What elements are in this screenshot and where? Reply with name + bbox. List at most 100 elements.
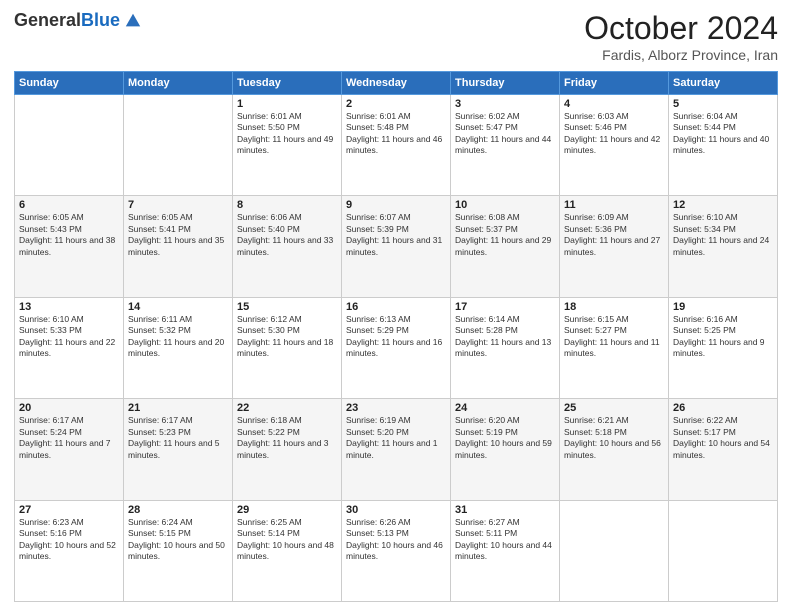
- calendar-week-row: 27Sunrise: 6:23 AM Sunset: 5:16 PM Dayli…: [15, 500, 778, 601]
- calendar-week-row: 13Sunrise: 6:10 AM Sunset: 5:33 PM Dayli…: [15, 297, 778, 398]
- day-info: Sunrise: 6:23 AM Sunset: 5:16 PM Dayligh…: [19, 517, 119, 563]
- day-number: 3: [455, 98, 555, 110]
- day-number: 6: [19, 199, 119, 211]
- table-row: 17Sunrise: 6:14 AM Sunset: 5:28 PM Dayli…: [451, 297, 560, 398]
- day-number: 5: [673, 98, 773, 110]
- table-row: 8Sunrise: 6:06 AM Sunset: 5:40 PM Daylig…: [233, 196, 342, 297]
- table-row: [560, 500, 669, 601]
- table-row: 24Sunrise: 6:20 AM Sunset: 5:19 PM Dayli…: [451, 399, 560, 500]
- day-number: 17: [455, 301, 555, 313]
- day-info: Sunrise: 6:03 AM Sunset: 5:46 PM Dayligh…: [564, 111, 664, 157]
- day-info: Sunrise: 6:07 AM Sunset: 5:39 PM Dayligh…: [346, 212, 446, 258]
- day-info: Sunrise: 6:13 AM Sunset: 5:29 PM Dayligh…: [346, 314, 446, 360]
- day-number: 13: [19, 301, 119, 313]
- day-info: Sunrise: 6:09 AM Sunset: 5:36 PM Dayligh…: [564, 212, 664, 258]
- day-info: Sunrise: 6:19 AM Sunset: 5:20 PM Dayligh…: [346, 415, 446, 461]
- day-info: Sunrise: 6:15 AM Sunset: 5:27 PM Dayligh…: [564, 314, 664, 360]
- calendar-table: Sunday Monday Tuesday Wednesday Thursday…: [14, 71, 778, 602]
- table-row: 23Sunrise: 6:19 AM Sunset: 5:20 PM Dayli…: [342, 399, 451, 500]
- day-number: 31: [455, 504, 555, 516]
- page-container: GeneralBlue October 2024 Fardis, Alborz …: [0, 0, 792, 612]
- day-number: 27: [19, 504, 119, 516]
- table-row: 25Sunrise: 6:21 AM Sunset: 5:18 PM Dayli…: [560, 399, 669, 500]
- table-row: 18Sunrise: 6:15 AM Sunset: 5:27 PM Dayli…: [560, 297, 669, 398]
- col-sunday: Sunday: [15, 72, 124, 95]
- col-saturday: Saturday: [669, 72, 778, 95]
- table-row: 12Sunrise: 6:10 AM Sunset: 5:34 PM Dayli…: [669, 196, 778, 297]
- day-number: 24: [455, 402, 555, 414]
- table-row: 30Sunrise: 6:26 AM Sunset: 5:13 PM Dayli…: [342, 500, 451, 601]
- day-info: Sunrise: 6:04 AM Sunset: 5:44 PM Dayligh…: [673, 111, 773, 157]
- table-row: 2Sunrise: 6:01 AM Sunset: 5:48 PM Daylig…: [342, 95, 451, 196]
- table-row: 7Sunrise: 6:05 AM Sunset: 5:41 PM Daylig…: [124, 196, 233, 297]
- day-info: Sunrise: 6:06 AM Sunset: 5:40 PM Dayligh…: [237, 212, 337, 258]
- table-row: 15Sunrise: 6:12 AM Sunset: 5:30 PM Dayli…: [233, 297, 342, 398]
- day-info: Sunrise: 6:17 AM Sunset: 5:24 PM Dayligh…: [19, 415, 119, 461]
- day-info: Sunrise: 6:14 AM Sunset: 5:28 PM Dayligh…: [455, 314, 555, 360]
- day-number: 21: [128, 402, 228, 414]
- col-friday: Friday: [560, 72, 669, 95]
- day-info: Sunrise: 6:11 AM Sunset: 5:32 PM Dayligh…: [128, 314, 228, 360]
- calendar-week-row: 6Sunrise: 6:05 AM Sunset: 5:43 PM Daylig…: [15, 196, 778, 297]
- table-row: 26Sunrise: 6:22 AM Sunset: 5:17 PM Dayli…: [669, 399, 778, 500]
- day-info: Sunrise: 6:27 AM Sunset: 5:11 PM Dayligh…: [455, 517, 555, 563]
- day-info: Sunrise: 6:16 AM Sunset: 5:25 PM Dayligh…: [673, 314, 773, 360]
- subtitle: Fardis, Alborz Province, Iran: [584, 47, 778, 63]
- logo-icon: [124, 12, 142, 30]
- day-info: Sunrise: 6:10 AM Sunset: 5:33 PM Dayligh…: [19, 314, 119, 360]
- month-title: October 2024: [584, 10, 778, 47]
- calendar-header-row: Sunday Monday Tuesday Wednesday Thursday…: [15, 72, 778, 95]
- day-info: Sunrise: 6:08 AM Sunset: 5:37 PM Dayligh…: [455, 212, 555, 258]
- table-row: 28Sunrise: 6:24 AM Sunset: 5:15 PM Dayli…: [124, 500, 233, 601]
- day-number: 11: [564, 199, 664, 211]
- day-number: 2: [346, 98, 446, 110]
- day-info: Sunrise: 6:25 AM Sunset: 5:14 PM Dayligh…: [237, 517, 337, 563]
- day-info: Sunrise: 6:12 AM Sunset: 5:30 PM Dayligh…: [237, 314, 337, 360]
- table-row: 14Sunrise: 6:11 AM Sunset: 5:32 PM Dayli…: [124, 297, 233, 398]
- calendar-week-row: 1Sunrise: 6:01 AM Sunset: 5:50 PM Daylig…: [15, 95, 778, 196]
- day-number: 18: [564, 301, 664, 313]
- table-row: 16Sunrise: 6:13 AM Sunset: 5:29 PM Dayli…: [342, 297, 451, 398]
- table-row: 31Sunrise: 6:27 AM Sunset: 5:11 PM Dayli…: [451, 500, 560, 601]
- table-row: 27Sunrise: 6:23 AM Sunset: 5:16 PM Dayli…: [15, 500, 124, 601]
- table-row: 1Sunrise: 6:01 AM Sunset: 5:50 PM Daylig…: [233, 95, 342, 196]
- table-row: 9Sunrise: 6:07 AM Sunset: 5:39 PM Daylig…: [342, 196, 451, 297]
- table-row: 5Sunrise: 6:04 AM Sunset: 5:44 PM Daylig…: [669, 95, 778, 196]
- table-row: 20Sunrise: 6:17 AM Sunset: 5:24 PM Dayli…: [15, 399, 124, 500]
- day-number: 26: [673, 402, 773, 414]
- table-row: 29Sunrise: 6:25 AM Sunset: 5:14 PM Dayli…: [233, 500, 342, 601]
- table-row: 4Sunrise: 6:03 AM Sunset: 5:46 PM Daylig…: [560, 95, 669, 196]
- day-info: Sunrise: 6:26 AM Sunset: 5:13 PM Dayligh…: [346, 517, 446, 563]
- logo-general: GeneralBlue: [14, 10, 120, 31]
- table-row: 6Sunrise: 6:05 AM Sunset: 5:43 PM Daylig…: [15, 196, 124, 297]
- table-row: 10Sunrise: 6:08 AM Sunset: 5:37 PM Dayli…: [451, 196, 560, 297]
- day-info: Sunrise: 6:01 AM Sunset: 5:48 PM Dayligh…: [346, 111, 446, 157]
- day-info: Sunrise: 6:24 AM Sunset: 5:15 PM Dayligh…: [128, 517, 228, 563]
- day-number: 14: [128, 301, 228, 313]
- header: GeneralBlue October 2024 Fardis, Alborz …: [14, 10, 778, 63]
- col-wednesday: Wednesday: [342, 72, 451, 95]
- table-row: 19Sunrise: 6:16 AM Sunset: 5:25 PM Dayli…: [669, 297, 778, 398]
- table-row: 21Sunrise: 6:17 AM Sunset: 5:23 PM Dayli…: [124, 399, 233, 500]
- day-number: 8: [237, 199, 337, 211]
- day-info: Sunrise: 6:02 AM Sunset: 5:47 PM Dayligh…: [455, 111, 555, 157]
- day-number: 22: [237, 402, 337, 414]
- day-info: Sunrise: 6:17 AM Sunset: 5:23 PM Dayligh…: [128, 415, 228, 461]
- day-info: Sunrise: 6:21 AM Sunset: 5:18 PM Dayligh…: [564, 415, 664, 461]
- day-number: 25: [564, 402, 664, 414]
- logo-text: GeneralBlue: [14, 10, 142, 31]
- day-number: 10: [455, 199, 555, 211]
- col-thursday: Thursday: [451, 72, 560, 95]
- table-row: 22Sunrise: 6:18 AM Sunset: 5:22 PM Dayli…: [233, 399, 342, 500]
- day-info: Sunrise: 6:20 AM Sunset: 5:19 PM Dayligh…: [455, 415, 555, 461]
- day-info: Sunrise: 6:18 AM Sunset: 5:22 PM Dayligh…: [237, 415, 337, 461]
- day-number: 1: [237, 98, 337, 110]
- day-number: 30: [346, 504, 446, 516]
- table-row: [669, 500, 778, 601]
- day-number: 20: [19, 402, 119, 414]
- table-row: 11Sunrise: 6:09 AM Sunset: 5:36 PM Dayli…: [560, 196, 669, 297]
- table-row: [124, 95, 233, 196]
- day-info: Sunrise: 6:05 AM Sunset: 5:43 PM Dayligh…: [19, 212, 119, 258]
- day-number: 16: [346, 301, 446, 313]
- table-row: 3Sunrise: 6:02 AM Sunset: 5:47 PM Daylig…: [451, 95, 560, 196]
